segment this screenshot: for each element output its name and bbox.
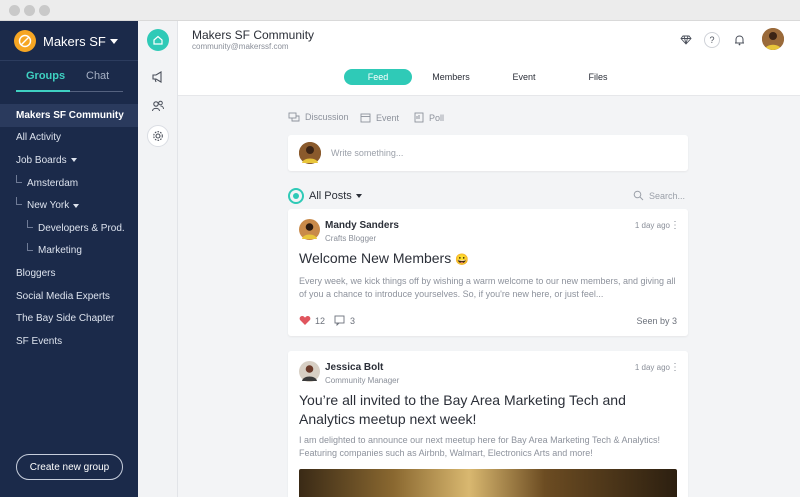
chevron-down-icon (109, 38, 118, 44)
window-minimize-button[interactable] (24, 5, 35, 16)
post-title[interactable]: You’re all invited to the Bay Area Marke… (299, 391, 669, 429)
home-icon[interactable] (147, 29, 169, 51)
chevron-down-icon[interactable] (70, 158, 77, 163)
post-title[interactable]: Welcome New Members 😀 (299, 249, 469, 270)
group-list: Makers SF Community All Activity Job Boa… (0, 104, 138, 353)
tree-connector (16, 197, 22, 206)
sidebar-item-developers[interactable]: Developers & Prod. (0, 217, 138, 240)
discussion-icon (288, 112, 300, 122)
people-icon[interactable] (147, 95, 169, 117)
grinning-face-icon: 😀 (455, 254, 469, 266)
sidebar-item-all-activity[interactable]: All Activity (0, 127, 138, 150)
composer-tab-event[interactable]: Event (360, 112, 399, 123)
author-name[interactable]: Jessica Bolt (325, 362, 383, 373)
post-timestamp: 1 day ago (634, 363, 670, 372)
post-timestamp: 1 day ago (634, 221, 670, 230)
comment-icon (334, 315, 345, 326)
poll-icon (414, 112, 424, 123)
window-close-button[interactable] (9, 5, 20, 16)
post-body: Every week, we kick things off by wishin… (299, 276, 676, 299)
comment-count: 3 (350, 315, 356, 326)
community-header: Makers SF Community community@makerssf.c… (178, 21, 800, 96)
window-zoom-button[interactable] (39, 5, 50, 16)
comment-button[interactable]: 3 (334, 315, 355, 326)
sidebar: Makers SF Groups Chat Makers SF Communit… (0, 21, 138, 497)
brand-switcher[interactable]: Makers SF (14, 30, 118, 52)
all-posts-filter[interactable]: All Posts (288, 188, 362, 204)
search-icon (633, 190, 644, 201)
post-composer[interactable]: Write something... (288, 135, 688, 171)
sidebar-item-amsterdam[interactable]: Amsterdam (0, 172, 138, 195)
composer-input[interactable]: Write something... (331, 148, 403, 158)
sidebar-item-social-media-experts[interactable]: Social Media Experts (0, 285, 138, 308)
tab-groups[interactable]: Groups (26, 70, 65, 82)
tab-members[interactable]: Members (423, 69, 479, 85)
chevron-down-icon (355, 194, 362, 198)
divider (0, 60, 138, 61)
sidebar-item-sf-events[interactable]: SF Events (0, 330, 138, 353)
chevron-down-icon[interactable] (73, 203, 80, 208)
tab-files[interactable]: Files (576, 69, 620, 85)
sidebar-item-makers-sf-community[interactable]: Makers SF Community (0, 104, 138, 127)
like-count: 12 (315, 315, 326, 326)
like-button[interactable]: 12 (299, 315, 325, 326)
tree-connector (16, 174, 22, 183)
active-tab-indicator (16, 90, 70, 92)
diamond-icon[interactable] (678, 32, 694, 48)
tree-connector (27, 242, 33, 251)
composer-avatar (299, 142, 321, 164)
feed-area: Discussion Event Poll Write something...… (178, 96, 800, 497)
user-avatar[interactable] (762, 28, 784, 50)
author-role: Community Manager (325, 376, 400, 385)
gear-icon[interactable] (147, 125, 169, 147)
brand-name: Makers SF (43, 33, 106, 49)
more-options-icon[interactable]: ⋮ (670, 362, 680, 373)
window-titlebar (0, 0, 800, 21)
megaphone-icon[interactable] (147, 66, 169, 88)
help-icon[interactable]: ? (704, 32, 720, 48)
page-title: Makers SF Community (192, 28, 315, 42)
icon-rail (138, 21, 178, 497)
sidebar-item-job-boards[interactable]: Job Boards (0, 149, 138, 172)
more-options-icon[interactable]: ⋮ (670, 220, 680, 231)
sidebar-item-bay-side-chapter[interactable]: The Bay Side Chapter (0, 307, 138, 330)
feed-filter-icon (288, 188, 304, 204)
tab-chat[interactable]: Chat (86, 70, 109, 82)
sidebar-item-bloggers[interactable]: Bloggers (0, 262, 138, 285)
author-avatar[interactable] (299, 361, 320, 382)
author-role: Crafts Blogger (325, 234, 377, 243)
author-avatar[interactable] (299, 219, 320, 240)
tab-event[interactable]: Event (500, 69, 548, 85)
community-email: community@makerssf.com (192, 42, 289, 51)
bell-icon[interactable] (731, 32, 747, 48)
post-body: I am delighted to announce our next meet… (299, 435, 661, 458)
post-image[interactable] (299, 469, 677, 497)
tab-feed[interactable]: Feed (344, 69, 412, 85)
heart-icon (299, 316, 311, 325)
create-group-button[interactable]: Create new group (16, 454, 123, 480)
search-input[interactable]: Search... (633, 190, 685, 201)
sidebar-item-marketing[interactable]: Marketing (0, 240, 138, 263)
seen-count[interactable]: Seen by 3 (636, 316, 677, 326)
author-name[interactable]: Mandy Sanders (325, 220, 399, 231)
brand-logo-icon (14, 30, 36, 52)
post-card: Jessica Bolt Community Manager 1 day ago… (288, 351, 688, 497)
composer-tab-poll[interactable]: Poll (414, 112, 444, 123)
post-card: Mandy Sanders Crafts Blogger 1 day ago ⋮… (288, 209, 688, 336)
tab-underline (70, 91, 123, 92)
tree-connector (27, 219, 33, 228)
composer-tab-discussion[interactable]: Discussion (288, 112, 349, 122)
sidebar-item-new-york[interactable]: New York (0, 194, 138, 217)
calendar-icon (360, 113, 371, 123)
